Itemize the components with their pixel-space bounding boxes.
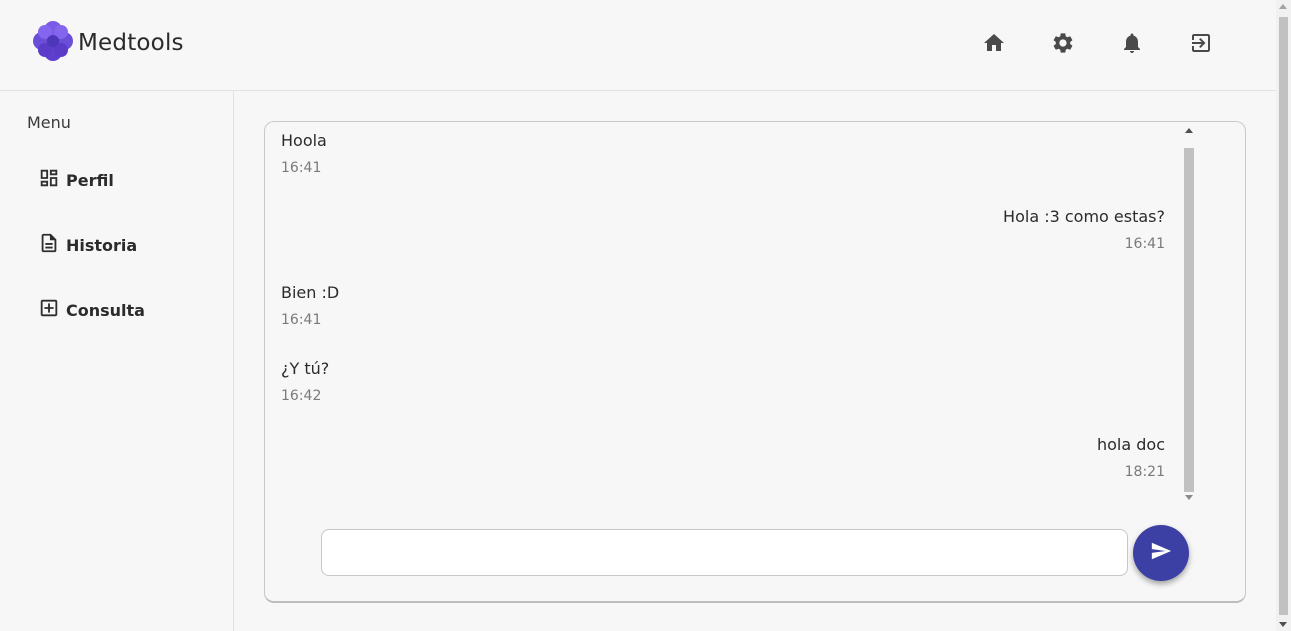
message-time: 16:41	[281, 312, 322, 328]
sidebar: Menu Perfil Historia Consulta	[0, 91, 234, 631]
send-button[interactable]	[1133, 525, 1189, 581]
menu-title: Menu	[27, 113, 71, 132]
sidebar-item-label: Historia	[66, 235, 138, 255]
brand[interactable]: Medtools	[30, 19, 184, 67]
bell-icon[interactable]	[1119, 30, 1145, 56]
page-scroll-thumb[interactable]	[1279, 17, 1288, 615]
gear-icon[interactable]	[1050, 30, 1076, 56]
top-actions	[981, 30, 1257, 56]
sidebar-item-label: Perfil	[66, 170, 114, 190]
page-scroll-down-arrow[interactable]	[1279, 622, 1287, 627]
home-icon[interactable]	[981, 30, 1007, 56]
brand-name: Medtools	[78, 30, 184, 56]
top-bar: Medtools	[0, 0, 1276, 91]
sidebar-item-label: Consulta	[66, 300, 145, 320]
sidebar-item-consulta[interactable]: Consulta	[38, 297, 145, 323]
dashboard-icon	[38, 167, 60, 193]
message-time: 16:42	[281, 388, 322, 404]
message-item: Hola :3 como estas? 16:41	[1003, 207, 1165, 252]
message-time: 18:21	[1124, 464, 1165, 480]
message-item: ¿Y tú? 16:42	[281, 359, 329, 404]
send-icon	[1150, 540, 1172, 566]
add-box-icon	[38, 297, 60, 323]
message-text: hola doc	[1096, 435, 1165, 454]
logout-icon[interactable]	[1188, 30, 1214, 56]
scroll-up-arrow[interactable]	[1185, 128, 1193, 133]
flower-logo-icon	[30, 19, 76, 67]
message-input[interactable]	[321, 529, 1128, 576]
message-list[interactable]: Hoola 16:41 Hola :3 como estas? 16:41 Bi…	[281, 128, 1165, 502]
message-time: 16:41	[1124, 236, 1165, 252]
chat-panel: Hoola 16:41 Hola :3 como estas? 16:41 Bi…	[264, 121, 1246, 603]
page-scrollbar[interactable]	[1276, 0, 1291, 631]
message-time: 16:41	[281, 160, 322, 176]
message-text: Hoola	[281, 131, 327, 150]
sidebar-item-perfil[interactable]: Perfil	[38, 167, 114, 193]
document-icon	[38, 232, 60, 258]
message-item: Hoola 16:41	[281, 131, 327, 176]
message-scrollbar[interactable]	[1183, 126, 1195, 502]
message-text: Hola :3 como estas?	[1003, 207, 1165, 226]
message-item: Bien :D 16:41	[281, 283, 339, 328]
sidebar-item-historia[interactable]: Historia	[38, 232, 137, 258]
message-item: hola doc 18:21	[1097, 435, 1165, 480]
message-text: ¿Y tú?	[281, 359, 330, 378]
message-text: Bien :D	[281, 283, 340, 302]
scroll-down-arrow[interactable]	[1185, 495, 1193, 500]
page-scroll-up-arrow[interactable]	[1279, 4, 1287, 9]
scroll-thumb[interactable]	[1184, 148, 1194, 492]
